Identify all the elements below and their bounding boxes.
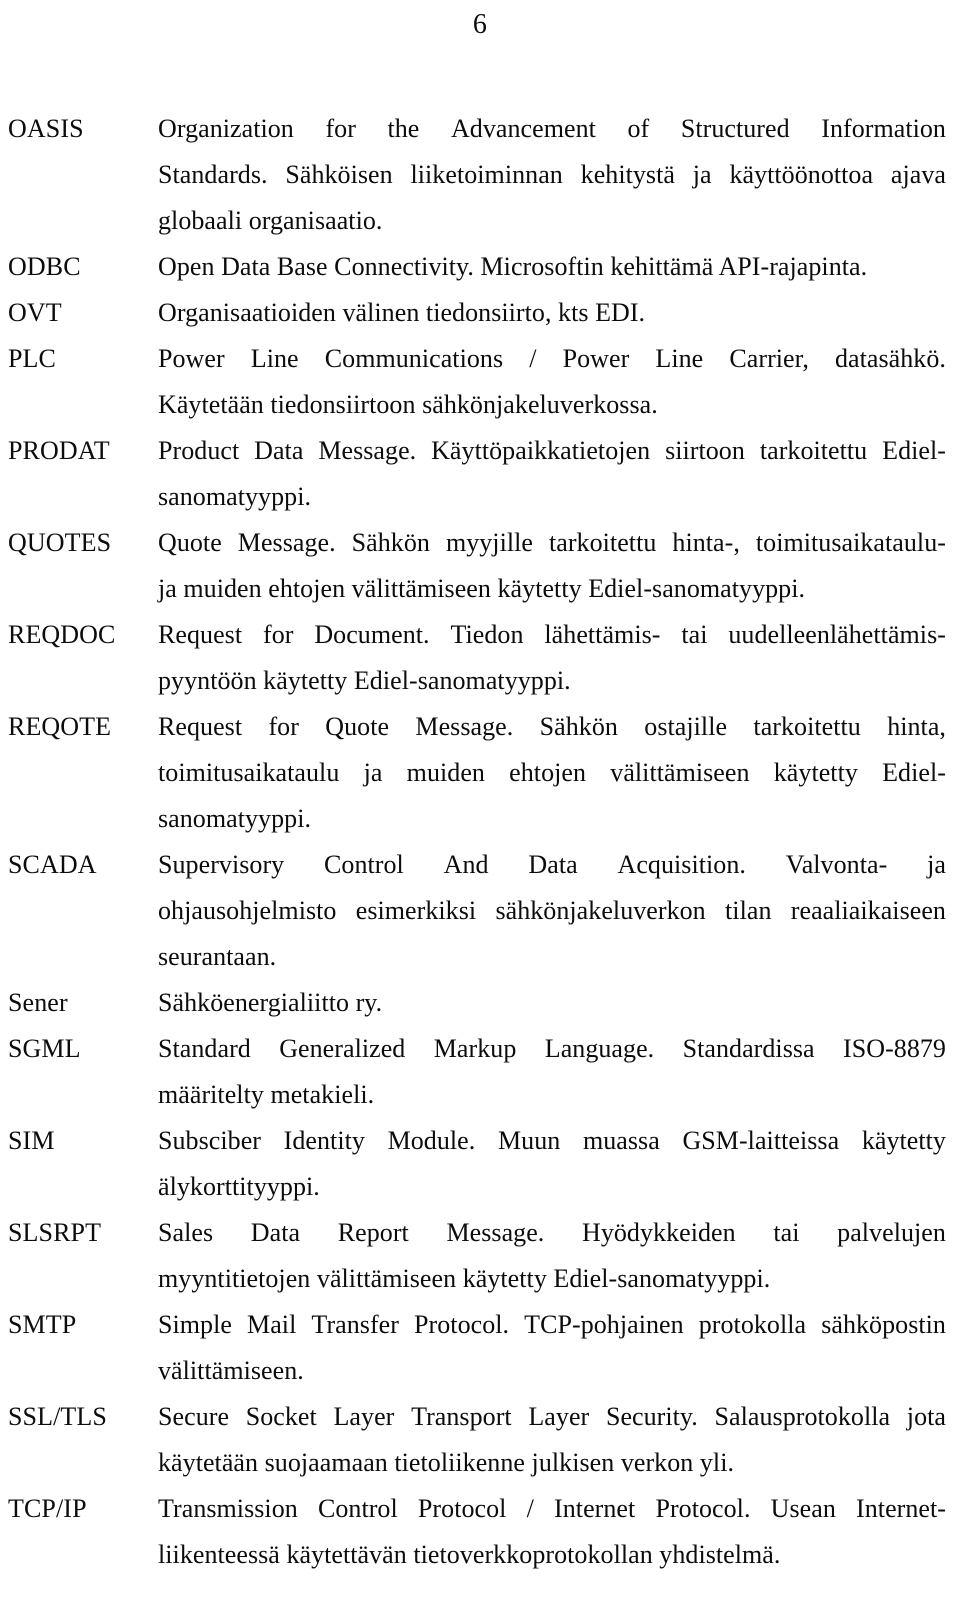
glossary-entry: SIM Subsciber Identity Module. Muun muassa GSM… [8, 1118, 946, 1210]
definition-line: seurantaan. [158, 942, 277, 971]
definition-line: älykorttityyppi. [158, 1172, 320, 1201]
glossary-term: SCADA [8, 850, 97, 879]
glossary-term: ODBC [8, 252, 81, 281]
definition-line: Power Line Communications / Power Line Carrier… [158, 344, 946, 373]
definition-line: Sähköenergialiitto ry. [158, 988, 383, 1017]
glossary-definition: Sähköenergialiitto ry. [158, 980, 946, 1026]
definition-line: Subsciber Identity Module. Muun muassa GSM-la… [158, 1126, 946, 1155]
glossary-entry: SCADA Supervisory Control And Data Acquisitio… [8, 842, 946, 980]
definition-line: Sales Data Report Message. Hyödykkeiden tai pa… [158, 1218, 946, 1247]
definition-line: Request for Document. Tiedon lähettämis-tai u… [158, 620, 946, 649]
definition-line: Organization for the Advancement of Structure… [158, 114, 946, 143]
glossary-definition: Subsciber Identity Module. Muun muassa GSM-la… [158, 1118, 946, 1210]
glossary-definition: Organization for the Advancement of Structure… [158, 106, 946, 244]
glossary-definition: Quote Message. Sähkön myyjille tarkoitettu hi… [158, 520, 946, 612]
glossary-definition: Product Data Message. Käyttöpaikkatietojen s… [158, 428, 946, 520]
definition-line: globaali organisaatio. [158, 206, 383, 235]
glossary-list: OASIS Organization for the Advancement of Stru… [8, 106, 946, 1578]
glossary-term: OASIS [8, 114, 84, 143]
definition-line: välittämiseen. [158, 1356, 304, 1385]
glossary-entry: REQOTE Request for Quote Message. Sähkön ostaj… [8, 704, 946, 842]
definition-line: pyyntöön käytetty Ediel-sanomatyyppi. [158, 666, 571, 695]
document-page: 6 OASIS Organization for the Advancement of St… [0, 0, 960, 1624]
definition-line: myyntitietojen välittämiseen käytetty Ed… [158, 1264, 771, 1293]
glossary-definition: Open Data Base Connectivity. Microsoftin… [158, 244, 946, 290]
glossary-term: REQDOC [8, 620, 116, 649]
definition-line: Organisaatioiden välinen tiedonsiirto, k… [158, 298, 646, 327]
glossary-definition: Power Line Communications / Power Line Carrier… [158, 336, 946, 428]
glossary-entry: TCP/IP Transmission Control Protocol / Intern… [8, 1486, 946, 1578]
glossary-term: SLSRPT [8, 1218, 102, 1247]
definition-line: käytetään suojaamaan tietoliikenne julki… [158, 1448, 735, 1477]
definition-line: Käytetään tiedonsiirtoon sähkönjakeluver… [158, 390, 658, 419]
glossary-entry: Sener Sähköenergialiitto ry. [8, 980, 946, 1026]
definition-line: Simple Mail Transfer Protocol. TCP-pohjainen… [158, 1310, 946, 1339]
glossary-definition: Transmission Control Protocol / Internet Prot… [158, 1486, 946, 1578]
glossary-term: SMTP [8, 1310, 77, 1339]
glossary-term: Sener [8, 988, 68, 1017]
definition-line: sanomatyyppi. [158, 482, 312, 511]
definition-line: Quote Message. Sähkön myyjille tarkoitettu hi… [158, 528, 946, 557]
page-number: 6 [472, 9, 488, 40]
glossary-definition: Sales Data Report Message. Hyödykkeiden tai pa… [158, 1210, 946, 1302]
glossary-entry: PRODAT Product Data Message. Käyttöpaikkatie… [8, 428, 946, 520]
definition-line: määritelty metakieli. [158, 1080, 375, 1109]
definition-line: liikenteessä käytettävän tietoverkkoprot… [158, 1540, 781, 1569]
glossary-definition: Organisaatioiden välinen tiedonsiirto, k… [158, 290, 946, 336]
glossary-entry: SLSRPT Sales Data Report Message. Hyödykkeide… [8, 1210, 946, 1302]
definition-line: toimitusaikataulu ja muiden ehtojen välittäm… [158, 758, 946, 787]
glossary-definition: Request for Document. Tiedon lähettämis-tai u… [158, 612, 946, 704]
glossary-entry: REQDOC Request for Document. Tiedon lähettämi… [8, 612, 946, 704]
definition-line: ohjausohjelmisto esimerkiksi sähkönjakeluv… [158, 896, 946, 925]
glossary-term: TCP/IP [8, 1494, 87, 1523]
glossary-term: PLC [8, 344, 56, 373]
definition-line: Standards. Sähköisen liiketoiminnan kehitys… [158, 160, 946, 189]
definition-line: Supervisory Control And Data Acquisition. Val… [158, 850, 946, 879]
definition-line: Secure Socket Layer Transport Layer Security.… [158, 1402, 946, 1431]
glossary-entry: PLC Power Line Communications / Power Line Carr… [8, 336, 946, 428]
glossary-definition: Secure Socket Layer Transport Layer Security.… [158, 1394, 946, 1486]
glossary-definition: Supervisory Control And Data Acquisition. Val… [158, 842, 946, 980]
definition-line: ja muiden ehtojen välittämiseen käytetty… [158, 574, 806, 603]
glossary-entry: SGML Standard Generalized Markup Language. St… [8, 1026, 946, 1118]
glossary-entry: OVT Organisaatioiden välinen tiedonsiirto… [8, 290, 946, 336]
definition-line: Product Data Message. Käyttöpaikkatietojen s… [158, 436, 946, 465]
glossary-term: OVT [8, 298, 62, 327]
glossary-term: SSL/TLS [8, 1402, 107, 1431]
glossary-term: PRODAT [8, 436, 110, 465]
definition-line: Transmission Control Protocol / Internet Prot… [158, 1494, 946, 1523]
glossary-entry: ODBC Open Data Base Connectivity. Microso… [8, 244, 946, 290]
glossary-entry: OASIS Organization for the Advancement of Stru… [8, 106, 946, 244]
definition-line: Standard Generalized Markup Language. Standa… [158, 1034, 946, 1063]
glossary-term: SIM [8, 1126, 55, 1155]
glossary-definition: Standard Generalized Markup Language. Standa… [158, 1026, 946, 1118]
glossary-definition: Request for Quote Message. Sähkön ostajille ta… [158, 704, 946, 842]
glossary-term: REQOTE [8, 712, 112, 741]
glossary-term: QUOTES [8, 528, 112, 557]
definition-line: Request for Quote Message. Sähkön ostajille ta… [158, 712, 946, 741]
definition-line: Open Data Base Connectivity. Microsoftin… [158, 252, 868, 281]
glossary-definition: Simple Mail Transfer Protocol. TCP-pohjainen… [158, 1302, 946, 1394]
glossary-term: SGML [8, 1034, 81, 1063]
glossary-entry: SSL/TLS Secure Socket Layer Transport Layer Se… [8, 1394, 946, 1486]
definition-line: sanomatyyppi. [158, 804, 312, 833]
glossary-entry: QUOTES Quote Message. Sähkön myyjille tarkoit… [8, 520, 946, 612]
glossary-entry: SMTP Simple Mail Transfer Protocol. TCP-pohja… [8, 1302, 946, 1394]
